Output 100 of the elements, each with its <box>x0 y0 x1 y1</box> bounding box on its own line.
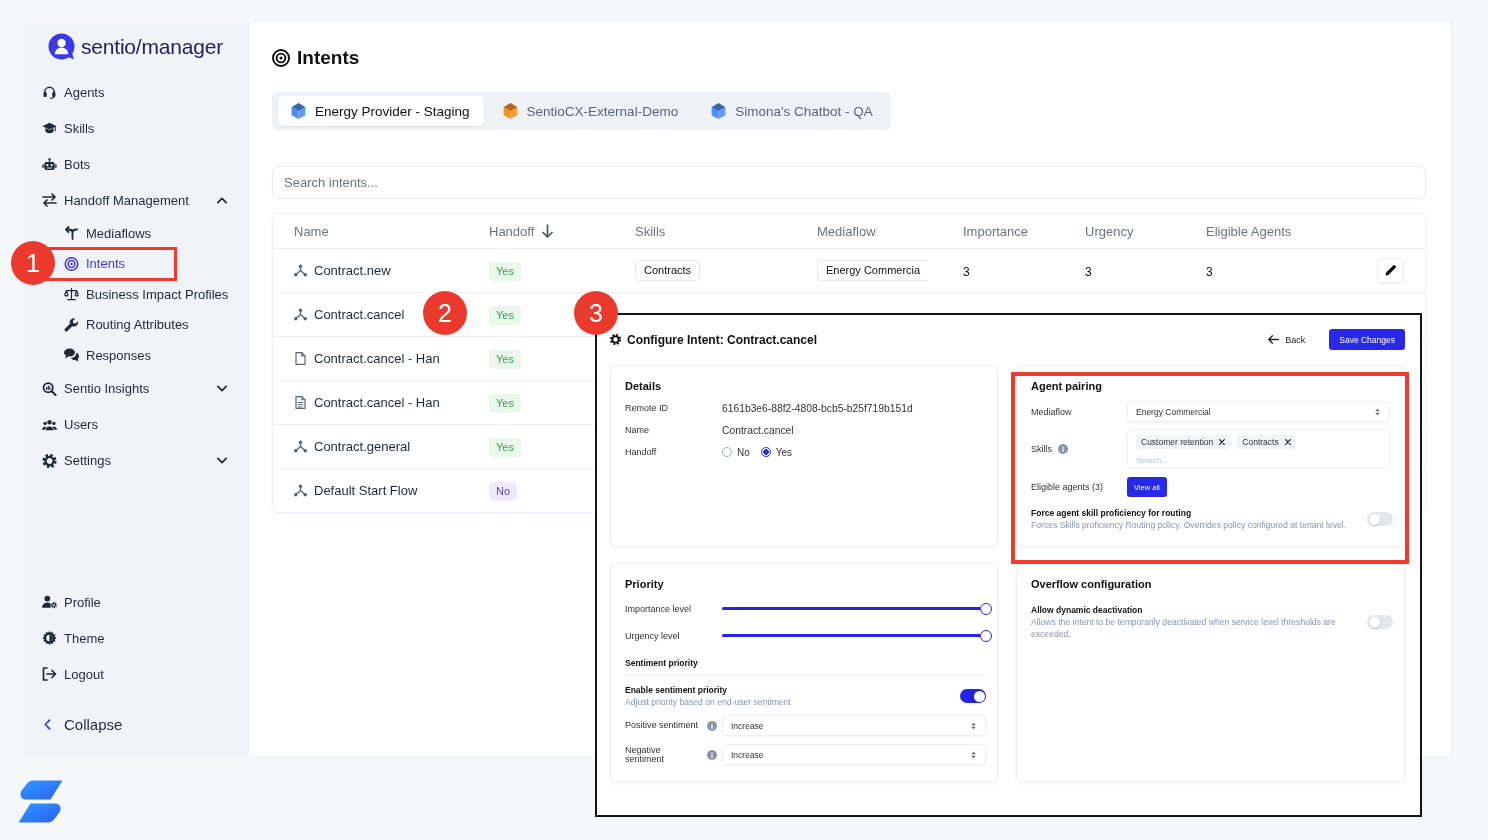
handoff-badge: No <box>489 481 518 501</box>
search-field[interactable]: Search intents... <box>272 166 1426 199</box>
sidebar-item[interactable]: Sentio Insights <box>42 377 250 400</box>
setting-label: Force agent skill proficiency for routing <box>1031 507 1193 519</box>
tab[interactable]: SentioCX-External-Demo <box>489 96 693 126</box>
sidebar-item[interactable]: Skills <box>42 117 101 139</box>
skill-name: Contracts <box>1242 437 1279 447</box>
back-button[interactable]: Back <box>1266 329 1308 350</box>
card-title: Details <box>625 379 663 393</box>
branch-icon <box>294 264 307 277</box>
branch-icon <box>294 440 307 453</box>
agent-count: 3 <box>1206 264 1213 279</box>
toggle-switch[interactable] <box>1367 512 1393 526</box>
skill-tag: Contracts <box>635 260 701 281</box>
up-down-caret-icon <box>971 750 976 759</box>
handoff-badge: Yes <box>489 437 521 457</box>
radio-label: No <box>737 446 750 458</box>
search-input[interactable]: Search... <box>1136 454 1256 466</box>
target-icon <box>64 256 79 271</box>
close-icon[interactable] <box>1219 439 1226 445</box>
sidebar-item[interactable]: Settings <box>42 449 250 472</box>
sidebar-item[interactable]: Bots <box>42 153 96 175</box>
toggle-switch[interactable] <box>1367 615 1393 629</box>
sidebar-item[interactable]: Responses <box>64 345 158 366</box>
slider-label: Importance level <box>625 603 693 614</box>
field-label: Name <box>625 425 650 435</box>
select-field[interactable]: Increase <box>722 744 986 765</box>
document-lines-icon <box>294 396 307 409</box>
field-label: Eligible agents (3) <box>1031 482 1105 492</box>
chat-bubbles-icon <box>64 348 79 363</box>
info-icon <box>707 720 717 731</box>
skill-name: Customer retention <box>1141 437 1214 447</box>
select-field[interactable]: Increase <box>722 715 986 736</box>
intent-name: Contract.general <box>314 439 411 454</box>
setting-description: Forces Skills proficiency Routing policy. Overrides policy configured at tenant level. <box>1031 519 1348 531</box>
sidebar-item[interactable]: Mediaflows <box>64 223 158 244</box>
handoff-badge: Yes <box>489 305 521 325</box>
field-label: Negative sentiment <box>625 745 666 764</box>
sidebar-item[interactable]: Logout <box>42 663 110 685</box>
info-icon <box>707 749 717 760</box>
handoff-badge: Yes <box>489 349 521 369</box>
settings-icon <box>610 334 621 345</box>
sidebar-item[interactable]: Routing Attributes <box>64 314 195 335</box>
field-value: 6161b3e6-88f2-4808-bcb5-b25f719b151d <box>722 402 914 414</box>
sidebar-item[interactable]: Users <box>42 413 104 436</box>
wrench-icon <box>64 317 79 332</box>
logo-text: sentio/manager <box>81 34 223 59</box>
toggle-switch[interactable] <box>960 689 986 703</box>
column-header: Name <box>294 223 329 239</box>
urgency-value: 3 <box>1085 264 1092 279</box>
step-marker: 1 <box>11 241 55 285</box>
headset-icon <box>42 85 57 99</box>
sidebar-item[interactable]: Profile <box>42 591 107 613</box>
field-label: Positive sentiment <box>625 721 700 730</box>
dialog-title: Configure Intent: Contract.cancel <box>627 332 817 347</box>
user-gear-icon <box>42 595 57 609</box>
column-header: Handoff <box>489 223 535 239</box>
setting-description: Allows the intent to be temporarily deactivated when service level thresholds are exceeded. <box>1031 616 1337 640</box>
sidebar-item[interactable]: Handoff Management <box>42 189 250 211</box>
collapse-button[interactable]: Collapse <box>44 706 129 742</box>
radio-button[interactable] <box>760 447 771 457</box>
tab[interactable]: Energy Provider - Staging <box>278 96 484 126</box>
radio-button[interactable] <box>722 447 732 457</box>
field-value: Contract.cancel <box>722 424 795 436</box>
card-title: Overflow configuration <box>1031 577 1153 591</box>
logout-icon <box>42 667 57 681</box>
close-icon[interactable] <box>1284 439 1291 445</box>
graduation-cap-icon <box>42 121 57 135</box>
sun-icon <box>42 631 57 645</box>
edit-button[interactable] <box>1377 258 1404 283</box>
branch-icon <box>294 484 307 497</box>
skills-field[interactable]: Customer retention Contracts Search... <box>1127 430 1390 468</box>
logo-icon <box>48 33 75 60</box>
slider-thumb[interactable] <box>980 602 992 615</box>
select-field[interactable]: Energy Commercial <box>1127 401 1390 422</box>
setting-label: Enable sentiment priority <box>625 684 729 696</box>
info-icon <box>1058 444 1068 454</box>
pencil-icon <box>1385 265 1396 276</box>
mediaflow-tag: Energy Commercia <box>817 260 929 281</box>
tab[interactable]: Simona's Chatbot - QA <box>698 96 887 126</box>
intent-name: Contract.cancel - Han <box>314 395 440 410</box>
chart-search-icon <box>42 381 57 396</box>
save-button[interactable]: Save Changes <box>1329 329 1405 350</box>
sidebar-item[interactable]: Business Impact Profiles <box>64 284 235 305</box>
arrows-icon <box>42 193 57 207</box>
field-label: Remote ID <box>625 403 669 413</box>
radio-label: Yes <box>775 446 793 458</box>
sidebar-item[interactable]: Intents <box>64 253 132 274</box>
sidebar-item[interactable]: Agents <box>42 81 111 103</box>
arrow-left-icon <box>1268 335 1280 344</box>
sidebar-item[interactable]: Theme <box>42 627 111 649</box>
intent-name: Contract.cancel - Han <box>314 351 440 366</box>
handoff-badge: Yes <box>489 393 521 413</box>
column-header: Importance <box>963 223 1029 239</box>
chevron-left-icon <box>44 718 51 730</box>
slider-label: Urgency level <box>625 630 681 641</box>
up-down-caret-icon <box>1375 407 1380 416</box>
intent-name: Contract.new <box>314 263 391 278</box>
column-header: Urgency <box>1085 223 1134 239</box>
slider-thumb[interactable] <box>980 629 992 642</box>
